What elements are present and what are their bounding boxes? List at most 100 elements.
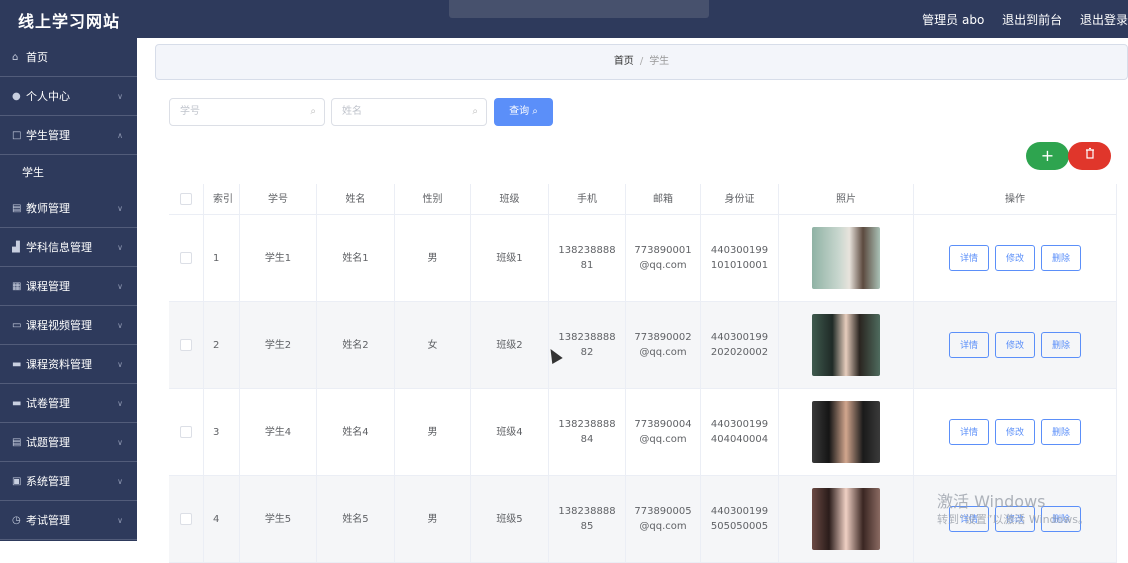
- cell-index: 2: [204, 302, 240, 388]
- student-photo: [812, 401, 880, 463]
- cell-class: 班级2: [471, 302, 549, 388]
- sidebar-item-course-videos[interactable]: ▭ 课程视频管理 ∨: [0, 306, 137, 345]
- table-row: 3 学生4 姓名4 男 班级4 13823888884 773890004@qq…: [169, 389, 1117, 476]
- cell-name: 姓名5: [317, 476, 395, 562]
- cell-email: 773890005@qq.com: [626, 476, 701, 562]
- chevron-down-icon: ∨: [117, 281, 123, 291]
- breadcrumb-current: 学生: [649, 56, 670, 67]
- sidebar-item-system[interactable]: ▣ 系统管理 ∨: [0, 462, 137, 501]
- top-notice: [449, 0, 709, 18]
- edit-button[interactable]: 修改: [995, 245, 1035, 271]
- col-header-gender: 性别: [395, 184, 471, 214]
- detail-button[interactable]: 详情: [949, 245, 989, 271]
- cell-student-no: 学生4: [240, 389, 317, 475]
- sidebar-item-students[interactable]: □ 学生管理 ∧: [0, 116, 137, 155]
- row-checkbox[interactable]: [180, 252, 192, 264]
- table-row: 1 学生1 姓名1 男 班级1 13823888881 773890001@qq…: [169, 215, 1117, 302]
- cell-class: 班级1: [471, 215, 549, 301]
- select-all-checkbox[interactable]: [180, 193, 192, 205]
- sidebar-item-course-materials[interactable]: ▬ 课程资料管理 ∨: [0, 345, 137, 384]
- cell-name: 姓名2: [317, 302, 395, 388]
- sidebar-item-subjects[interactable]: ▟ 学科信息管理 ∨: [0, 228, 137, 267]
- clock-icon: ◷: [12, 514, 21, 526]
- delete-button[interactable]: 删除: [1041, 419, 1081, 445]
- cell-email: 773890004@qq.com: [626, 389, 701, 475]
- cell-phone: 13823888885: [549, 476, 626, 562]
- paper-icon: ▬: [12, 397, 22, 409]
- cell-index: 4: [204, 476, 240, 562]
- edit-button[interactable]: 修改: [995, 332, 1035, 358]
- clipboard-icon: ▤: [12, 436, 22, 448]
- cell-index: 1: [204, 215, 240, 301]
- search-icon: ⌕: [532, 106, 538, 117]
- sidebar-item-questions[interactable]: ▤ 试题管理 ∨: [0, 423, 137, 462]
- table-header: 索引 学号 姓名 性别 班级 手机 邮箱 身份证 照片 操作: [169, 184, 1117, 215]
- col-header-id-card: 身份证: [701, 184, 779, 214]
- row-checkbox[interactable]: [180, 339, 192, 351]
- student-no-input[interactable]: 学号 ⌕: [169, 98, 325, 126]
- breadcrumb: 首页 / 学生: [155, 44, 1128, 80]
- detail-button[interactable]: 详情: [949, 419, 989, 445]
- student-photo: [812, 314, 880, 376]
- search-icon: ⌕: [472, 106, 478, 117]
- sidebar: ⌂ 首页 ● 个人中心 ∨ □ 学生管理 ∧ 学生 ▤ 教师管理 ∨ ▟ 学科信息管理 ∨ ▦ 课程…: [0, 38, 137, 541]
- user-icon: ●: [12, 90, 21, 102]
- cell-index: 3: [204, 389, 240, 475]
- chevron-down-icon: ∨: [117, 476, 123, 486]
- sidebar-item-courses[interactable]: ▦ 课程管理 ∨: [0, 267, 137, 306]
- message-icon: ▭: [12, 319, 22, 331]
- cell-id-card: 440300199101010001: [701, 215, 779, 301]
- sidebar-item-papers[interactable]: ▬ 试卷管理 ∨: [0, 384, 137, 423]
- name-input[interactable]: 姓名 ⌕: [331, 98, 487, 126]
- batch-delete-button[interactable]: [1068, 142, 1111, 170]
- add-button[interactable]: +: [1026, 142, 1069, 170]
- col-header-photo: 照片: [779, 184, 914, 214]
- plus-icon: +: [1040, 146, 1055, 165]
- chevron-down-icon: ∨: [117, 437, 123, 447]
- sidebar-item-personal[interactable]: ● 个人中心 ∨: [0, 77, 137, 116]
- list-icon: ▤: [12, 202, 22, 214]
- sidebar-item-teachers[interactable]: ▤ 教师管理 ∨: [0, 189, 137, 228]
- edit-button[interactable]: 修改: [995, 419, 1035, 445]
- cell-id-card: 440300199404040004: [701, 389, 779, 475]
- col-header-student-no: 学号: [240, 184, 317, 214]
- col-header-name: 姓名: [317, 184, 395, 214]
- header-actions: 管理员 abo 退出到前台 退出登录: [908, 11, 1128, 28]
- cell-student-no: 学生2: [240, 302, 317, 388]
- cell-id-card: 440300199505050005: [701, 476, 779, 562]
- cell-name: 姓名4: [317, 389, 395, 475]
- logout-link[interactable]: 退出登录: [1080, 13, 1128, 27]
- cell-gender: 男: [395, 476, 471, 562]
- home-icon: ⌂: [12, 51, 19, 63]
- detail-button[interactable]: 详情: [949, 332, 989, 358]
- query-button[interactable]: 查询 ⌕: [494, 98, 553, 126]
- chevron-down-icon: ∨: [117, 320, 123, 330]
- chevron-up-icon: ∧: [117, 130, 123, 140]
- cell-class: 班级4: [471, 389, 549, 475]
- chart-icon: ▟: [12, 241, 20, 253]
- delete-button[interactable]: 删除: [1041, 245, 1081, 271]
- breadcrumb-home[interactable]: 首页: [614, 56, 634, 67]
- chevron-down-icon: ∨: [117, 91, 123, 101]
- cell-email: 773890001@qq.com: [626, 215, 701, 301]
- back-to-frontend-link[interactable]: 退出到前台: [1002, 13, 1062, 27]
- sidebar-item-home[interactable]: ⌂ 首页: [0, 38, 137, 77]
- sidebar-item-exams[interactable]: ◷ 考试管理 ∨: [0, 501, 137, 540]
- cell-gender: 男: [395, 389, 471, 475]
- col-header-class: 班级: [471, 184, 549, 214]
- table-row: 2 学生2 姓名2 女 班级2 13823888882 773890002@qq…: [169, 302, 1117, 389]
- row-checkbox[interactable]: [180, 426, 192, 438]
- breadcrumb-separator: /: [639, 56, 644, 67]
- chevron-down-icon: ∨: [117, 203, 123, 213]
- cell-phone: 13823888881: [549, 215, 626, 301]
- student-photo: [812, 227, 880, 289]
- activation-watermark: 激活 Windows: [937, 492, 1046, 511]
- grid-icon: ▦: [12, 280, 22, 292]
- row-checkbox[interactable]: [180, 513, 192, 525]
- chevron-down-icon: ∨: [117, 398, 123, 408]
- activation-watermark-subtext: 转到“设置”以激活 Windows。: [937, 513, 1089, 526]
- delete-button[interactable]: 删除: [1041, 332, 1081, 358]
- sidebar-subitem-student[interactable]: 学生: [0, 155, 137, 189]
- chevron-down-icon: ∨: [117, 515, 123, 525]
- cell-student-no: 学生1: [240, 215, 317, 301]
